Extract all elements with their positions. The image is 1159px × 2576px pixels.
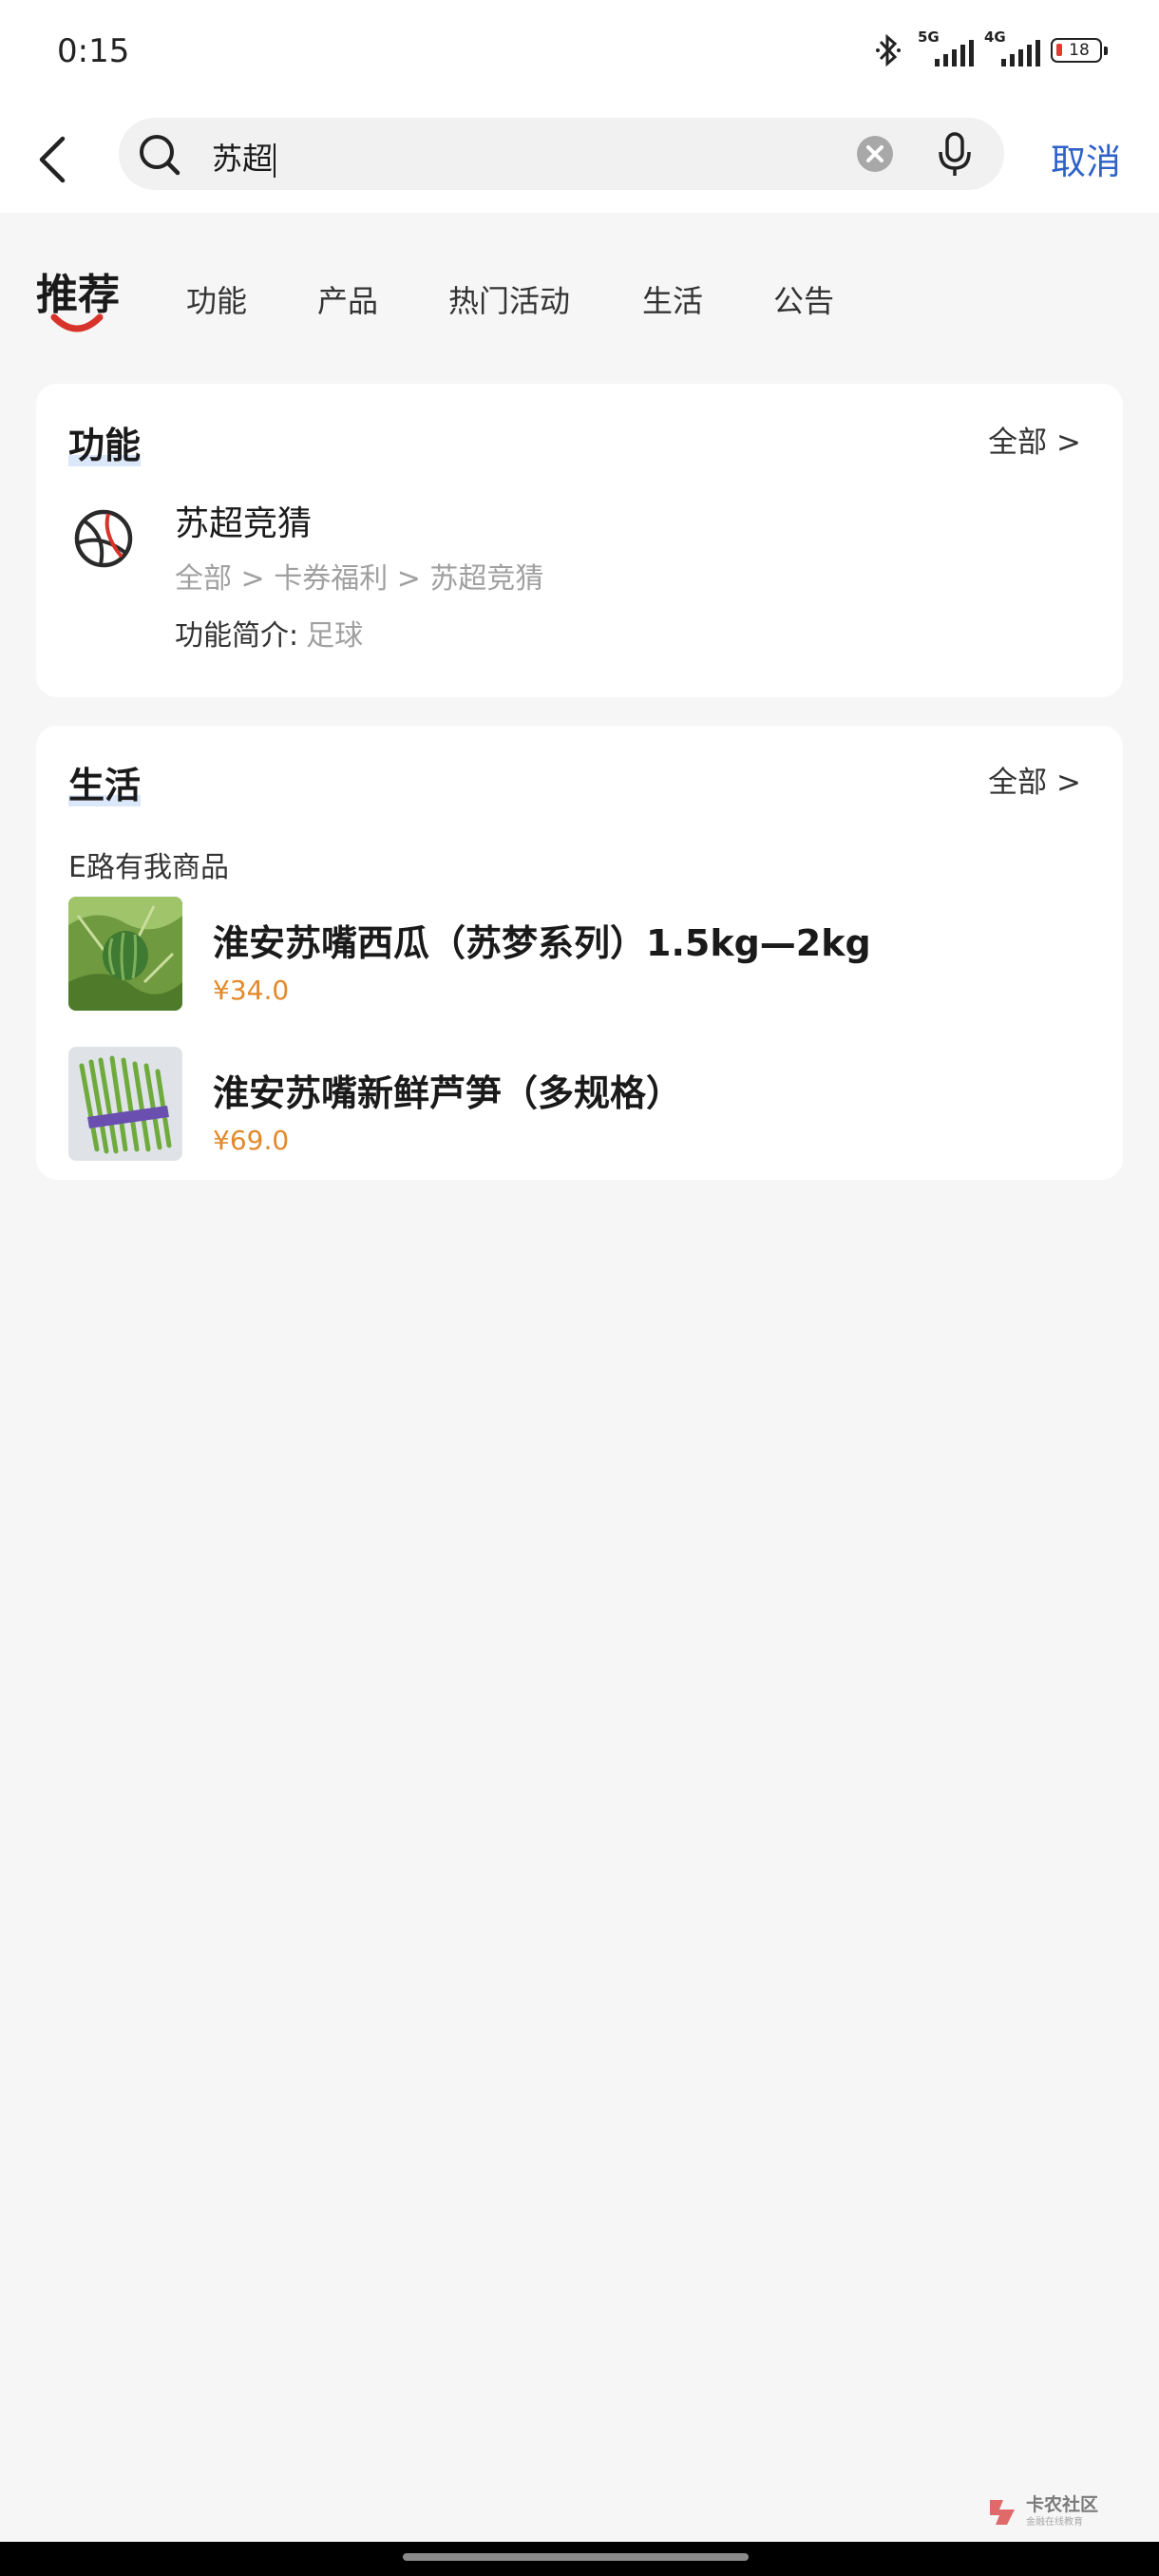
function-desc-label: 功能简介: xyxy=(175,619,299,653)
search-input[interactable]: 苏超 xyxy=(212,135,276,179)
cancel-button[interactable]: 取消 xyxy=(1051,133,1121,184)
search-header: 苏超 取消 xyxy=(0,104,1159,213)
life-section-title: 生活 xyxy=(68,765,142,806)
product-item[interactable]: 淮安苏嘴新鲜芦笋（多规格） ¥69.0 xyxy=(68,1047,1094,1163)
watermark-logo: 卡农社区 金融在线教育 xyxy=(986,2491,1119,2532)
watermark-icon xyxy=(990,2500,1015,2525)
basketball-icon xyxy=(74,509,133,568)
product-name[interactable]: 淮安苏嘴西瓜（苏梦系列）1.5kg—2kg xyxy=(213,914,871,966)
bluetooth-icon xyxy=(876,33,901,67)
function-desc-value: 足球 xyxy=(306,619,364,653)
clear-icon[interactable] xyxy=(856,135,894,173)
function-item-name[interactable]: 苏超竞猜 xyxy=(175,496,312,545)
status-bar: 0:15 5G 4G 18 xyxy=(0,0,1159,104)
tab-life[interactable]: 生活 xyxy=(642,277,703,321)
back-arrow-icon[interactable] xyxy=(32,133,74,186)
function-item-path: 全部 > 卡券福利 > 苏超竞猜 xyxy=(175,562,544,596)
status-icons: 5G 4G 18 xyxy=(874,28,1108,68)
product-item[interactable]: 淮安苏嘴西瓜（苏梦系列）1.5kg—2kg ¥34.0 xyxy=(68,897,1094,1013)
tab-function[interactable]: 功能 xyxy=(186,277,247,321)
watermelon-product-image xyxy=(68,897,182,1011)
tab-product[interactable]: 产品 xyxy=(317,277,378,321)
category-tabs: 推荐 功能 产品 热门活动 生活 公告 xyxy=(0,247,1159,342)
shop-name: E路有我商品 xyxy=(68,851,229,884)
search-box[interactable]: 苏超 xyxy=(119,118,1004,190)
asparagus-product-image xyxy=(68,1047,182,1161)
life-all-link[interactable]: 全部 > xyxy=(988,758,1081,801)
cellular-signal-1-icon: 5G xyxy=(918,28,974,66)
product-price: ¥69.0 xyxy=(213,1125,290,1156)
status-time: 0:15 xyxy=(57,32,130,70)
function-item-desc: 功能简介: 足球 xyxy=(175,612,363,653)
search-icon xyxy=(140,135,180,176)
product-price: ¥34.0 xyxy=(213,975,290,1006)
function-section-card: 功能 全部 > 苏超竞猜 全部 > 卡券福利 > 苏超竞猜 功能简介: 足球 xyxy=(36,384,1123,697)
function-section-title: 功能 xyxy=(68,425,142,466)
active-tab-indicator xyxy=(50,313,104,332)
product-name[interactable]: 淮安苏嘴新鲜芦笋（多规格） xyxy=(213,1064,682,1116)
life-section-card: 生活 全部 > E路有我商品 淮安苏嘴西瓜（苏梦系列）1.5kg—2kg ¥34… xyxy=(36,726,1123,1180)
watermark-text: 卡农社区 xyxy=(1026,2494,1099,2515)
tab-hot-activity[interactable]: 热门活动 xyxy=(448,277,570,321)
home-gesture-handle[interactable] xyxy=(403,2553,749,2561)
tab-notice[interactable]: 公告 xyxy=(773,277,834,321)
microphone-icon[interactable] xyxy=(936,131,974,179)
system-nav-bar xyxy=(0,2542,1159,2576)
battery-icon: 18 xyxy=(1051,38,1108,63)
battery-level: 18 xyxy=(1069,41,1090,60)
function-all-link[interactable]: 全部 > xyxy=(988,418,1081,461)
cellular-signal-2-icon: 4G xyxy=(984,28,1040,66)
watermark-subtext: 金融在线教育 xyxy=(1026,2517,1083,2528)
